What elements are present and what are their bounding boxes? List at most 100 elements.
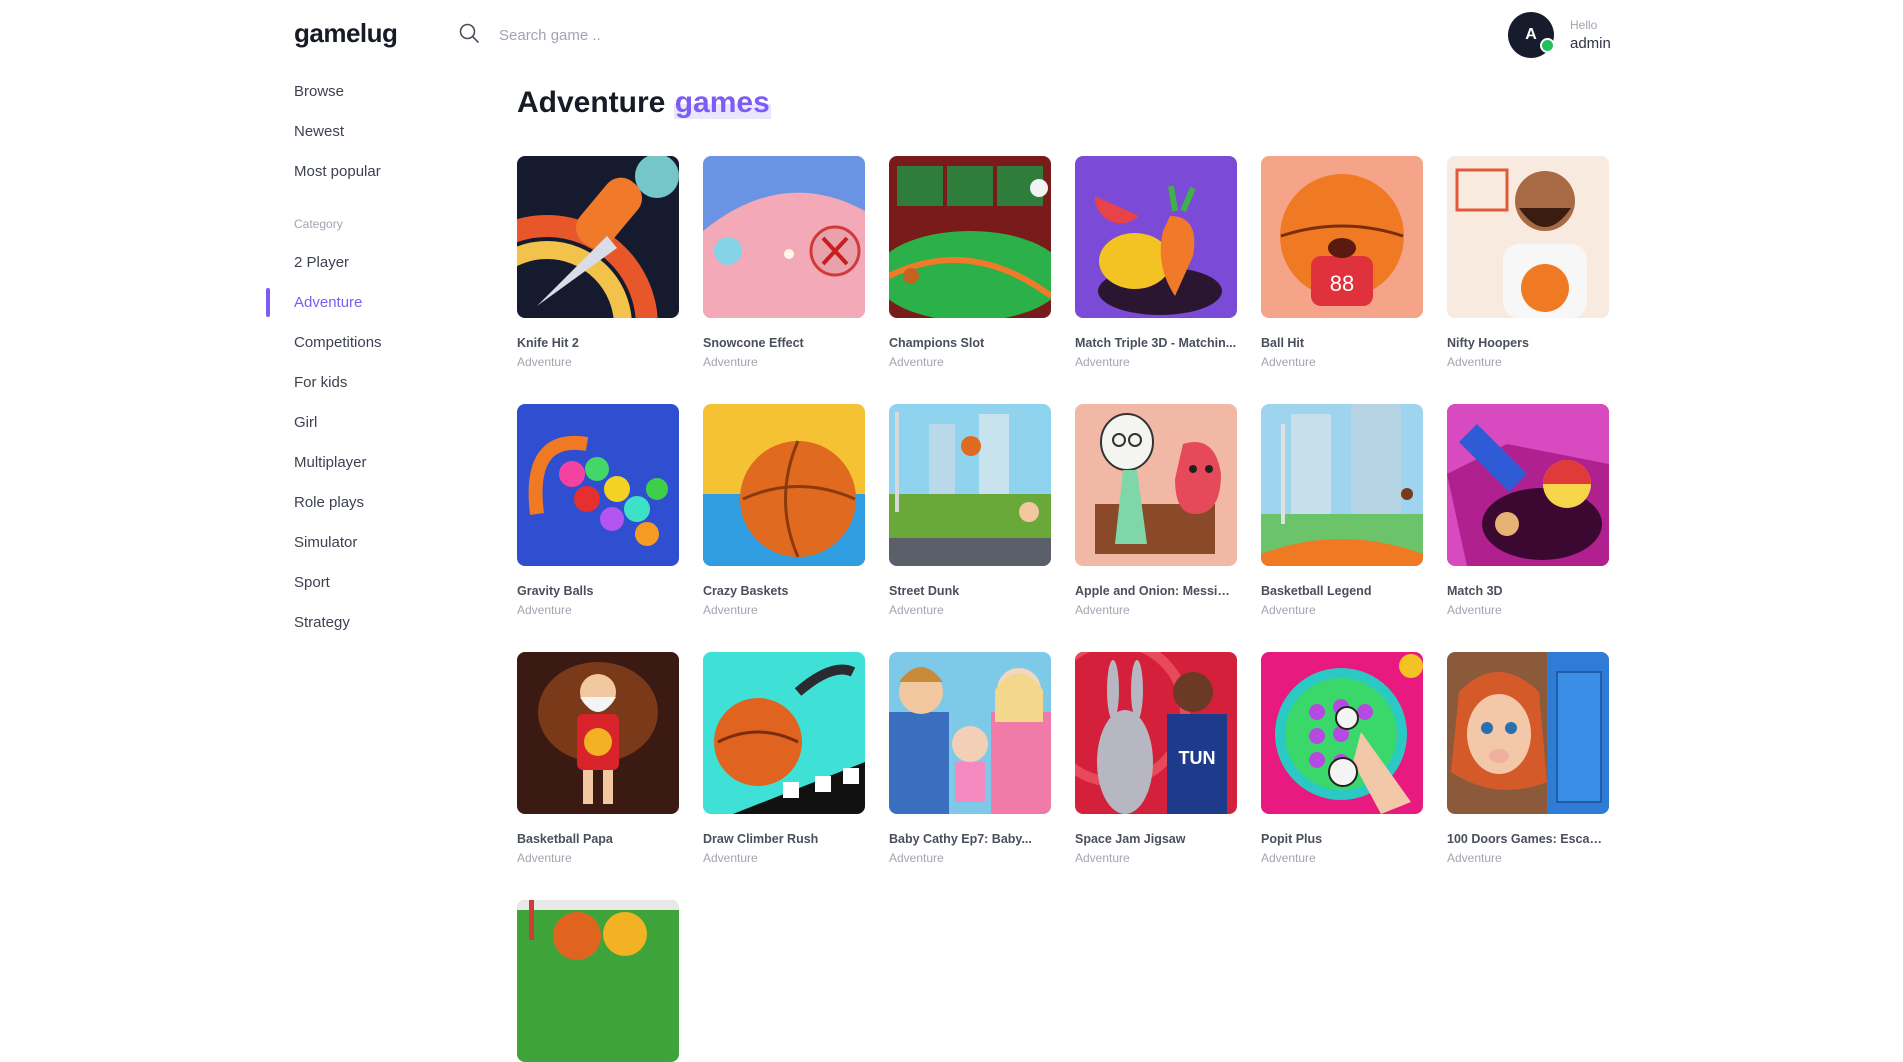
category-2-player[interactable]: 2 Player (294, 254, 349, 271)
game-name[interactable]: Snowcone Effect (703, 336, 865, 350)
nav-browse[interactable]: Browse (294, 83, 344, 100)
game-name[interactable]: Crazy Baskets (703, 584, 865, 598)
game-name[interactable]: Champions Slot (889, 336, 1051, 350)
page-title-accent: games (673, 86, 771, 119)
game-thumbnail[interactable] (1447, 156, 1609, 318)
game-thumbnail[interactable]: 88 (1261, 156, 1423, 318)
game-name[interactable]: Match 3D (1447, 584, 1609, 598)
game-name[interactable]: Draw Climber Rush (703, 832, 865, 846)
game-thumbnail[interactable] (517, 404, 679, 566)
game-card[interactable]: Apple and Onion: Messin'... Adventure (1075, 404, 1237, 617)
game-thumbnail[interactable] (889, 156, 1051, 318)
game-name[interactable]: Gravity Balls (517, 584, 679, 598)
game-card[interactable]: Basketball Papa Adventure (517, 652, 679, 865)
svg-text:TUN: TUN (1179, 748, 1216, 768)
game-category: Adventure (1261, 851, 1316, 865)
game-name[interactable]: Knife Hit 2 (517, 336, 679, 350)
game-card[interactable]: Draw Climber Rush Adventure (703, 652, 865, 865)
game-category: Adventure (1447, 603, 1502, 617)
game-card[interactable]: Crazy Baskets Adventure (703, 404, 865, 617)
game-thumbnail[interactable] (703, 652, 865, 814)
game-thumbnail[interactable] (703, 156, 865, 318)
game-category: Adventure (703, 851, 758, 865)
game-name[interactable]: Nifty Hoopers (1447, 336, 1609, 350)
game-card[interactable]: Popit Plus Adventure (1261, 652, 1423, 865)
nav-most-popular[interactable]: Most popular (294, 163, 381, 180)
game-name[interactable]: Basketball Legend (1261, 584, 1423, 598)
category-for-kids[interactable]: For kids (294, 374, 347, 391)
online-status-dot (1540, 38, 1555, 53)
game-card[interactable]: Champions Slot Adventure (889, 156, 1051, 369)
game-category: Adventure (1447, 851, 1502, 865)
category-adventure[interactable]: Adventure (294, 294, 362, 311)
game-thumbnail[interactable] (703, 404, 865, 566)
game-thumbnail[interactable] (1075, 156, 1237, 318)
game-card[interactable]: Match Triple 3D - Matchin... Adventure (1075, 156, 1237, 369)
game-card[interactable]: Match 3D Adventure (1447, 404, 1609, 617)
game-category: Adventure (1261, 355, 1316, 369)
game-card[interactable]: 88 Ball Hit Adventure (1261, 156, 1423, 369)
game-thumbnail[interactable]: TUN (1075, 652, 1237, 814)
search-icon[interactable] (458, 22, 480, 49)
category-role-plays[interactable]: Role plays (294, 494, 364, 511)
game-name[interactable]: Apple and Onion: Messin'... (1075, 584, 1237, 598)
game-card[interactable] (517, 900, 679, 1062)
game-category: Adventure (517, 603, 572, 617)
game-card[interactable]: Basketball Legend Adventure (1261, 404, 1423, 617)
logo[interactable]: gamelug (294, 18, 398, 49)
game-category: Adventure (703, 603, 758, 617)
search-bar[interactable] (458, 22, 801, 49)
category-sport[interactable]: Sport (294, 574, 330, 591)
category-strategy[interactable]: Strategy (294, 614, 350, 631)
avatar-initial: A (1525, 26, 1537, 43)
game-name[interactable]: 100 Doors Games: Escape... (1447, 832, 1609, 846)
game-name[interactable]: Baby Cathy Ep7: Baby... (889, 832, 1051, 846)
game-thumbnail[interactable] (517, 652, 679, 814)
game-category: Adventure (889, 355, 944, 369)
game-card[interactable]: Street Dunk Adventure (889, 404, 1051, 617)
game-category: Adventure (517, 851, 572, 865)
category-heading: Category (294, 217, 343, 231)
active-indicator (266, 288, 270, 317)
category-simulator[interactable]: Simulator (294, 534, 357, 551)
game-category: Adventure (889, 603, 944, 617)
game-name[interactable]: Basketball Papa (517, 832, 679, 846)
game-category: Adventure (517, 355, 572, 369)
category-multiplayer[interactable]: Multiplayer (294, 454, 367, 471)
game-thumbnail[interactable] (1075, 404, 1237, 566)
game-card[interactable]: Knife Hit 2 Adventure (517, 156, 679, 369)
game-category: Adventure (1075, 603, 1130, 617)
greeting: Hello (1570, 18, 1598, 32)
game-card[interactable]: Nifty Hoopers Adventure (1447, 156, 1609, 369)
svg-text:88: 88 (1330, 271, 1354, 296)
game-card[interactable]: TUN Space Jam Jigsaw Adventure (1075, 652, 1237, 865)
game-category: Adventure (1075, 355, 1130, 369)
game-category: Adventure (1075, 851, 1130, 865)
category-competitions[interactable]: Competitions (294, 334, 382, 351)
game-category: Adventure (1447, 355, 1502, 369)
game-name[interactable]: Popit Plus (1261, 832, 1423, 846)
game-name[interactable]: Street Dunk (889, 584, 1051, 598)
game-thumbnail[interactable] (517, 900, 679, 1062)
game-thumbnail[interactable] (889, 404, 1051, 566)
game-card[interactable]: Gravity Balls Adventure (517, 404, 679, 617)
game-category: Adventure (889, 851, 944, 865)
game-thumbnail[interactable] (1447, 652, 1609, 814)
game-thumbnail[interactable] (1447, 404, 1609, 566)
game-card[interactable]: 100 Doors Games: Escape... Adventure (1447, 652, 1609, 865)
game-thumbnail[interactable] (1261, 404, 1423, 566)
user-menu[interactable]: A Hello admin (1508, 12, 1611, 58)
category-girl[interactable]: Girl (294, 414, 317, 431)
page-title: Adventure games (517, 86, 771, 120)
game-card[interactable]: Baby Cathy Ep7: Baby... Adventure (889, 652, 1051, 865)
game-thumbnail[interactable] (517, 156, 679, 318)
game-name[interactable]: Space Jam Jigsaw (1075, 832, 1237, 846)
game-name[interactable]: Match Triple 3D - Matchin... (1075, 336, 1237, 350)
game-thumbnail[interactable] (889, 652, 1051, 814)
game-thumbnail[interactable] (1261, 652, 1423, 814)
game-name[interactable]: Ball Hit (1261, 336, 1423, 350)
nav-newest[interactable]: Newest (294, 123, 344, 140)
search-input[interactable] (497, 26, 801, 45)
avatar[interactable]: A (1508, 12, 1555, 58)
game-card[interactable]: Snowcone Effect Adventure (703, 156, 865, 369)
